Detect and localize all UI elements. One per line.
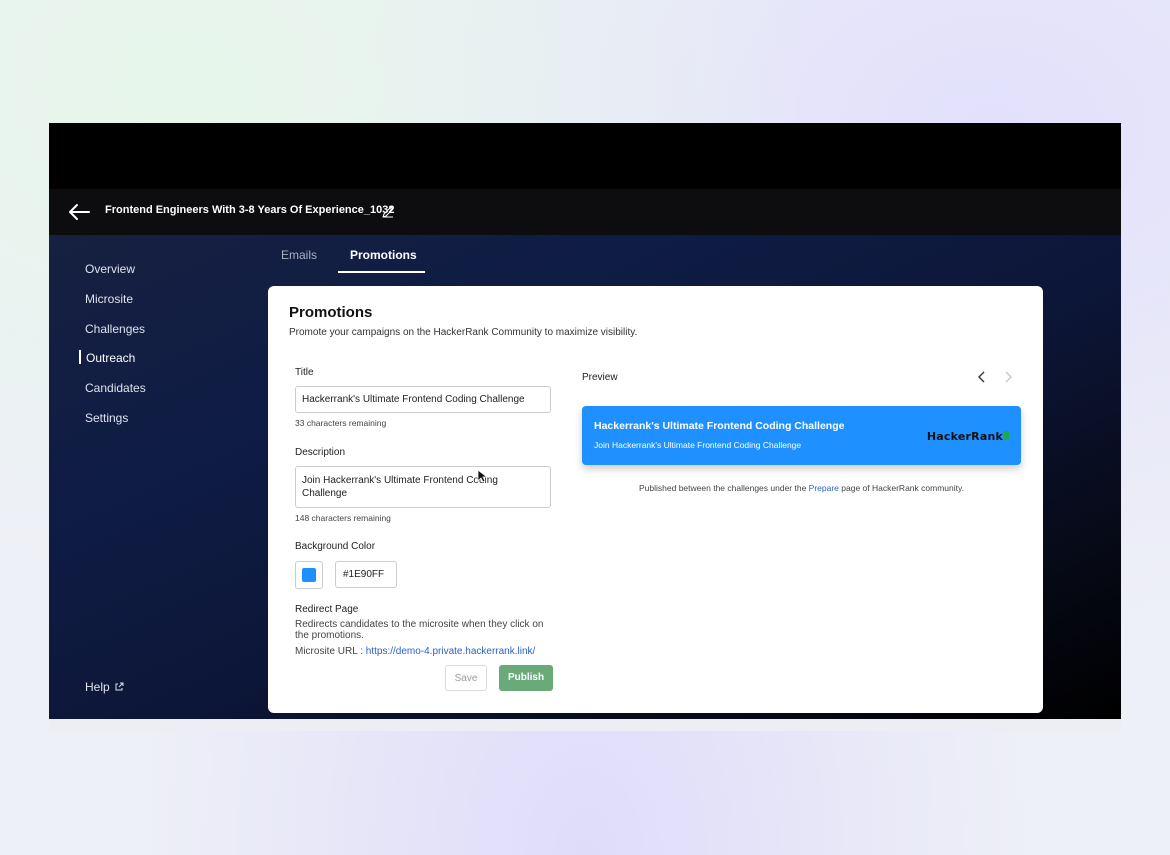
help-link[interactable]: Help [85, 680, 124, 694]
title-input[interactable]: Hackerrank's Ultimate Frontend Coding Ch… [295, 386, 551, 413]
redirect-description: Redirects candidates to the microsite wh… [295, 619, 544, 641]
preview-card-description: Join Hackerrank's Ultimate Frontend Codi… [594, 440, 802, 450]
pencil-icon[interactable] [381, 205, 395, 219]
help-label: Help [85, 680, 110, 694]
sidebar-item-settings[interactable]: Settings [85, 411, 128, 425]
promotions-card: Promotions Promote your campaigns on the… [268, 286, 1043, 713]
sidebar-item-candidates[interactable]: Candidates [85, 381, 146, 395]
logo-text: HackerRank [926, 430, 1003, 443]
sidebar-item-microsite[interactable]: Microsite [85, 292, 133, 306]
external-link-icon [115, 682, 124, 691]
sidebar-item-challenges[interactable]: Challenges [85, 322, 145, 336]
microsite-url-row: Microsite URL : https://demo-4.private.h… [295, 646, 557, 656]
title-hint: 33 characters remaining [295, 418, 387, 428]
sidebar: Overview Microsite Challenges Outreach C… [49, 235, 259, 719]
chevron-left-icon[interactable] [975, 369, 989, 385]
active-indicator [79, 350, 81, 364]
description-hint: 148 characters remaining [295, 513, 391, 523]
color-hex-input[interactable]: #1E90FF [335, 561, 397, 588]
window-bottom-strip [49, 719, 1121, 731]
tab-promotions[interactable]: Promotions [350, 248, 417, 262]
promotion-preview-card: Hackerrank's Ultimate Frontend Coding Ch… [582, 406, 1021, 465]
sidebar-item-outreach[interactable]: Outreach [86, 351, 135, 365]
main-area: Overview Microsite Challenges Outreach C… [49, 235, 1121, 719]
back-arrow-icon[interactable] [67, 202, 91, 222]
color-picker[interactable] [295, 561, 323, 589]
preview-card-title: Hackerrank's Ultimate Frontend Coding Ch… [594, 420, 845, 432]
logo-accent [1004, 431, 1009, 440]
description-input[interactable]: Join Hackerrank's Ultimate Frontend Codi… [295, 466, 551, 508]
page-title: Promotions [289, 304, 373, 321]
top-bar: Frontend Engineers With 3-8 Years Of Exp… [49, 189, 1121, 236]
description-label: Description [295, 447, 346, 458]
color-swatch [302, 568, 316, 582]
preview-label: Preview [582, 372, 618, 383]
mouse-cursor-icon [477, 469, 487, 483]
sidebar-item-overview[interactable]: Overview [85, 262, 135, 276]
title-label: Title [295, 367, 314, 378]
page-subtitle: Promote your campaigns on the HackerRank… [289, 327, 638, 338]
background-color-label: Background Color [295, 541, 376, 552]
caption-text-before: Published between the challenges under t… [639, 483, 809, 493]
preview-caption: Published between the challenges under t… [582, 483, 1021, 493]
microsite-url-link[interactable]: https://demo-4.private.hackerrank.link/ [366, 646, 536, 656]
hackerrank-logo: HackerRank [927, 429, 1009, 443]
save-button[interactable]: Save [445, 665, 487, 691]
prepare-link[interactable]: Prepare [809, 483, 839, 493]
active-tab-underline [338, 271, 425, 273]
caption-text-after: page of HackerRank community. [838, 483, 964, 493]
redirect-page-label: Redirect Page [295, 604, 359, 615]
chevron-right-icon[interactable] [1001, 369, 1015, 385]
microsite-url-label: Microsite URL : [295, 646, 363, 656]
campaign-title: Frontend Engineers With 3-8 Years Of Exp… [105, 204, 395, 216]
publish-button[interactable]: Publish [499, 665, 553, 691]
app-window: Frontend Engineers With 3-8 Years Of Exp… [49, 123, 1121, 719]
tab-emails[interactable]: Emails [281, 248, 317, 262]
